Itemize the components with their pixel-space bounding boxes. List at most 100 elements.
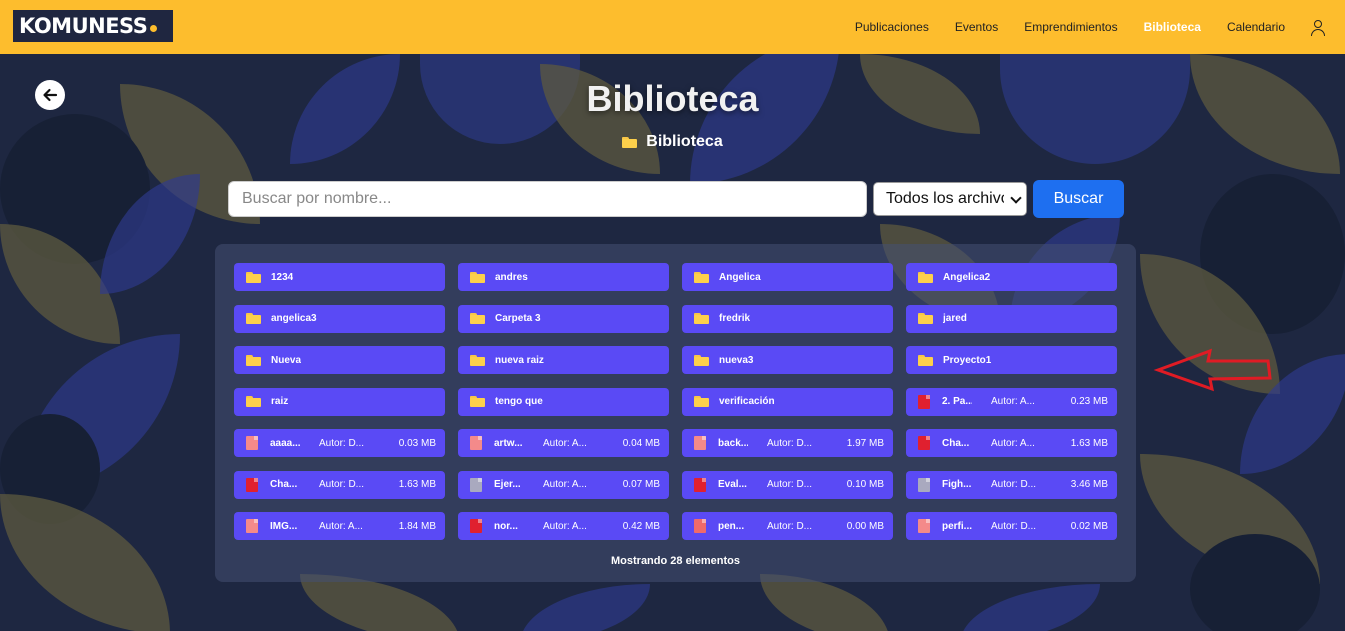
file-item[interactable]: Figh... Autor: D... 3.46 MB	[906, 470, 1117, 499]
file-item[interactable]: Cha... Autor: A... 1.63 MB	[906, 429, 1117, 457]
page-title: Biblioteca	[586, 78, 759, 119]
folder-icon	[470, 271, 485, 283]
file-item[interactable]: nor... Autor: A... 0.42 MB	[458, 512, 669, 540]
folder-name: Angelica	[719, 271, 761, 283]
file-name: Cha...	[942, 437, 970, 449]
file-name: IMG...	[270, 520, 298, 532]
nav-biblioteca[interactable]: Biblioteca	[1144, 20, 1201, 34]
file-item[interactable]: back... Autor: D... 1.97 MB	[682, 429, 893, 457]
file-name: Cha...	[270, 479, 298, 490]
main-nav: Publicaciones Eventos Emprendimientos Bi…	[829, 0, 1325, 54]
folder-item[interactable]: Angelica	[682, 263, 893, 291]
file-icon	[918, 519, 930, 533]
folder-icon	[246, 396, 261, 407]
folder-icon	[694, 313, 709, 324]
folder-item[interactable]: tengo que	[458, 387, 669, 416]
file-item[interactable]: Ejer... Autor: A... 0.07 MB	[458, 470, 669, 499]
file-item[interactable]: perfi... Autor: D... 0.02 MB	[906, 512, 1117, 540]
file-item[interactable]: IMG... Autor: A... 1.84 MB	[234, 512, 445, 540]
breadcrumb[interactable]: Biblioteca	[0, 133, 1345, 151]
folder-name: 1234	[271, 271, 294, 283]
folder-name: nueva3	[719, 354, 754, 366]
file-name: back...	[718, 437, 748, 449]
logo-text: KOMUNESS	[19, 14, 148, 38]
file-size: 0.10 MB	[846, 479, 884, 490]
folder-item[interactable]: Nueva	[234, 346, 445, 374]
file-item[interactable]: artw... Autor: A... 0.04 MB	[458, 429, 669, 457]
folder-name: verificación	[719, 396, 775, 407]
nav-publicaciones[interactable]: Publicaciones	[855, 20, 929, 34]
file-icon	[694, 436, 706, 450]
folder-item[interactable]: Carpeta 3	[458, 304, 669, 333]
file-name: aaaa...	[270, 437, 300, 449]
file-item[interactable]: 2. Pa... Autor: A... 0.23 MB	[906, 387, 1117, 416]
nav-eventos[interactable]: Eventos	[955, 20, 998, 34]
file-icon	[246, 436, 258, 450]
folder-item[interactable]: angelica3	[234, 304, 445, 333]
folder-item[interactable]: Proyecto1	[906, 346, 1117, 374]
file-author: Autor: D...	[319, 437, 365, 449]
file-name: 2. Pa...	[942, 396, 972, 407]
file-item[interactable]: aaaa... Autor: D... 0.03 MB	[234, 429, 445, 457]
folder-icon	[246, 271, 261, 283]
file-size: 3.46 MB	[1070, 479, 1108, 490]
file-size: 0.07 MB	[622, 479, 660, 490]
file-name: perfi...	[942, 520, 972, 532]
folder-name: raiz	[271, 396, 289, 407]
file-icon	[470, 519, 482, 533]
file-name: Ejer...	[494, 479, 521, 490]
file-author: Autor: D...	[319, 479, 365, 490]
file-icon	[918, 394, 930, 409]
folder-icon	[918, 271, 933, 283]
file-size: 0.04 MB	[622, 437, 660, 449]
folder-icon	[246, 354, 261, 366]
folder-name: fredrik	[719, 313, 751, 324]
folder-icon	[470, 313, 485, 324]
file-item[interactable]: pen... Autor: D... 0.00 MB	[682, 512, 893, 540]
file-author: Autor: D...	[767, 479, 813, 490]
file-author: Autor: D...	[767, 520, 813, 532]
folder-name: nueva raiz	[495, 354, 544, 366]
file-item[interactable]: Eval... Autor: D... 0.10 MB	[682, 470, 893, 499]
folder-item[interactable]: Angelica2	[906, 263, 1117, 291]
file-name: pen...	[718, 520, 745, 532]
nav-calendario[interactable]: Calendario	[1227, 20, 1285, 34]
folder-name: tengo que	[495, 396, 543, 407]
file-name: nor...	[494, 520, 518, 532]
folder-item[interactable]: 1234	[234, 263, 445, 291]
folder-item[interactable]: fredrik	[682, 304, 893, 333]
folder-icon	[470, 396, 485, 407]
file-size: 0.42 MB	[622, 520, 660, 532]
file-icon	[694, 477, 706, 492]
brand-logo[interactable]: KOMUNESS	[13, 10, 173, 42]
folder-name: andres	[495, 271, 528, 283]
folder-item[interactable]: andres	[458, 263, 669, 291]
search-input[interactable]	[228, 181, 867, 217]
file-size: 0.02 MB	[1070, 520, 1108, 532]
user-icon[interactable]	[1311, 19, 1325, 36]
file-icon	[470, 477, 482, 492]
logo-dot	[150, 24, 158, 32]
folder-item[interactable]: verificación	[682, 387, 893, 416]
file-icon	[918, 436, 930, 450]
folder-item[interactable]: nueva3	[682, 346, 893, 374]
folder-name: Proyecto1	[943, 354, 992, 366]
folder-icon	[246, 313, 261, 324]
file-type-select-value: Todos los archivos	[886, 190, 1018, 207]
file-author: Autor: A...	[543, 520, 587, 532]
file-name: artw...	[494, 437, 523, 449]
breadcrumb-label: Biblioteca	[646, 133, 723, 150]
folder-item[interactable]: raiz	[234, 387, 445, 416]
file-item[interactable]: Cha... Autor: D... 1.63 MB	[234, 470, 445, 499]
nav-emprendimientos[interactable]: Emprendimientos	[1024, 20, 1117, 34]
file-type-select[interactable]: Todos los archivos	[873, 182, 1027, 216]
folder-item[interactable]: jared	[906, 304, 1117, 333]
search-button[interactable]: Buscar	[1033, 180, 1124, 218]
file-author: Autor: A...	[319, 520, 363, 532]
items-count: Mostrando 28 elementos	[611, 555, 740, 567]
folder-icon	[918, 313, 933, 324]
file-size: 1.63 MB	[398, 479, 436, 490]
folder-name: Carpeta 3	[495, 313, 541, 324]
folder-item[interactable]: nueva raiz	[458, 346, 669, 374]
file-author: Autor: D...	[991, 520, 1037, 532]
